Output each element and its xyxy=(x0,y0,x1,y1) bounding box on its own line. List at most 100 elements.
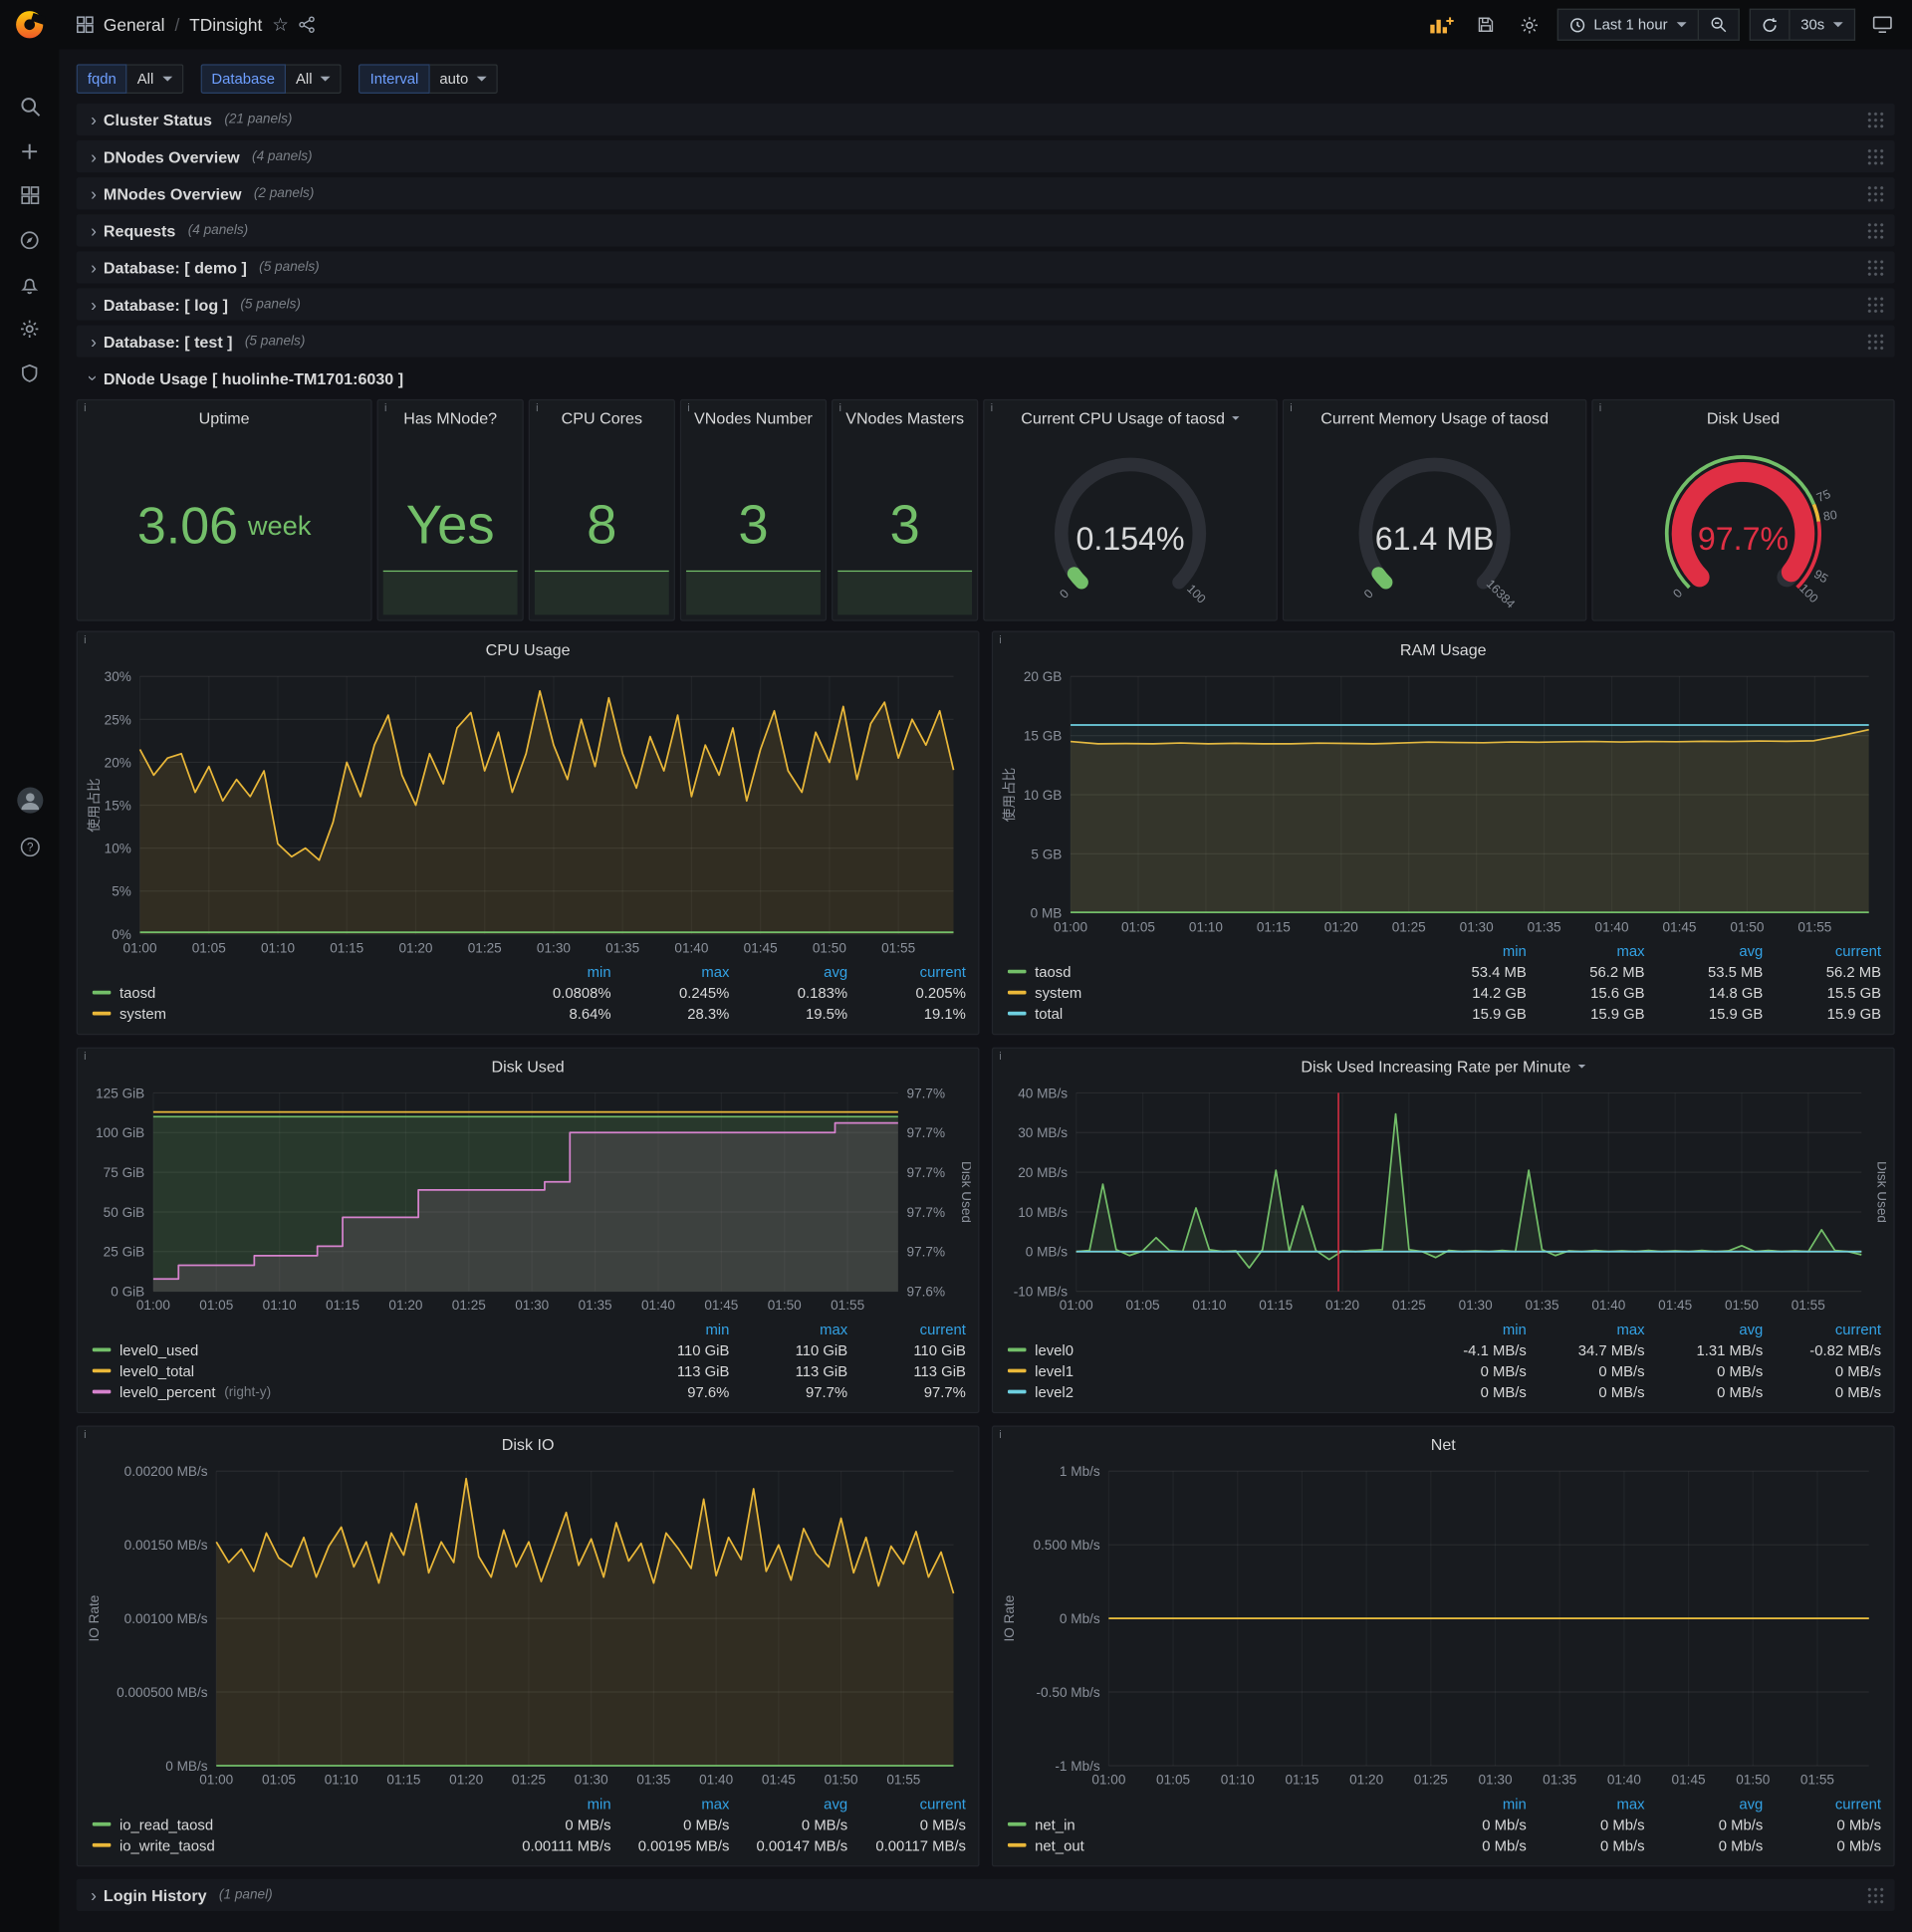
create-icon[interactable] xyxy=(0,140,59,161)
row-login-history[interactable]: › Login History (1 panel) xyxy=(76,1878,1895,1911)
disk-rate-plot[interactable]: 01:00 01:05 01:10 01:15 01:20 01:25 01:30 01:35… xyxy=(1001,1081,1886,1316)
panel-title[interactable]: Disk Used xyxy=(78,1051,978,1081)
zoom-out-button[interactable] xyxy=(1698,8,1740,41)
panel-info-icon[interactable]: i xyxy=(532,400,542,415)
panel-info-icon[interactable]: i xyxy=(996,1049,1006,1064)
row-dnode-usage[interactable]: › DNode Usage [ huolinhe-TM1701:6030 ] xyxy=(77,362,1895,394)
net-plot[interactable]: 01:00 01:05 01:10 01:15 01:20 01:25 01:30 01:35… xyxy=(1001,1459,1886,1791)
ram-usage-plot[interactable]: 01:00 01:05 01:10 01:15 01:20 01:25 01:30 01:35… xyxy=(1001,664,1886,938)
legend-series-name[interactable]: taosd xyxy=(1035,963,1071,980)
grafana-logo[interactable] xyxy=(0,0,59,49)
panel-info-icon[interactable]: i xyxy=(80,1049,90,1064)
panel-title[interactable]: VNodes Masters xyxy=(833,403,977,433)
panel-menu-caret-icon[interactable] xyxy=(1232,415,1240,420)
legend-column-header[interactable]: avg xyxy=(1645,1321,1763,1337)
legend-series-name[interactable]: level0_total xyxy=(120,1362,194,1379)
panel-title[interactable]: Disk Used xyxy=(1593,403,1894,433)
refresh-interval-picker[interactable]: 30s xyxy=(1790,8,1856,41)
panel-info-icon[interactable]: i xyxy=(80,1427,90,1442)
legend-column-header[interactable]: current xyxy=(1763,1321,1881,1337)
legend-column-header[interactable]: avg xyxy=(729,963,847,980)
row-requests[interactable]: › Requests (4 panels) xyxy=(76,214,1895,247)
legend-series-name[interactable]: net_out xyxy=(1035,1836,1084,1853)
add-panel-button[interactable] xyxy=(1424,7,1459,42)
variable-value-dropdown[interactable]: All xyxy=(286,64,343,95)
alerting-icon[interactable] xyxy=(0,274,59,295)
share-icon[interactable] xyxy=(299,16,316,34)
panel-title[interactable]: Uptime xyxy=(78,403,370,433)
row-mnodes-overview[interactable]: › MNodes Overview (2 panels) xyxy=(76,177,1895,210)
user-avatar[interactable] xyxy=(15,786,43,821)
legend-column-header[interactable]: min xyxy=(493,963,611,980)
disk-used-plot[interactable]: 01:00 01:05 01:10 01:15 01:20 01:25 01:30 01:35… xyxy=(85,1081,971,1316)
drag-handle-icon[interactable] xyxy=(1866,147,1885,165)
panel-info-icon[interactable]: i xyxy=(996,632,1006,647)
configuration-icon[interactable] xyxy=(0,318,59,339)
legend-column-header[interactable]: min xyxy=(493,1795,611,1811)
panel-info-icon[interactable]: i xyxy=(80,400,90,415)
variable-value-dropdown[interactable]: auto xyxy=(429,64,498,95)
drag-handle-icon[interactable] xyxy=(1866,295,1885,314)
legend-series-name[interactable]: level0_percent xyxy=(120,1383,216,1400)
legend-column-header[interactable]: max xyxy=(1527,942,1644,959)
legend-series-name[interactable]: level2 xyxy=(1035,1383,1074,1400)
legend-series-name[interactable]: level0_used xyxy=(120,1341,198,1358)
dashboards-icon[interactable] xyxy=(0,185,59,206)
panel-title[interactable]: Disk IO xyxy=(78,1429,978,1459)
legend-column-header[interactable]: max xyxy=(1527,1321,1644,1337)
time-range-picker[interactable]: Last 1 hour xyxy=(1556,8,1699,41)
legend-column-header[interactable]: max xyxy=(729,1321,847,1337)
server-admin-icon[interactable] xyxy=(0,362,59,383)
cycle-view-button[interactable] xyxy=(1865,7,1900,42)
legend-column-header[interactable]: avg xyxy=(1645,1795,1763,1811)
cpu-usage-plot[interactable]: 01:00 01:05 01:10 01:15 01:20 01:25 01:30 01:35… xyxy=(85,664,970,959)
panel-title[interactable]: Disk Used Increasing Rate per Minute xyxy=(993,1051,1893,1081)
panel-title[interactable]: RAM Usage xyxy=(993,634,1893,664)
panel-info-icon[interactable]: i xyxy=(987,400,997,415)
panel-menu-caret-icon[interactable] xyxy=(1577,1064,1586,1069)
dashboard-settings-button[interactable] xyxy=(1513,7,1548,42)
legend-column-header[interactable]: min xyxy=(1408,1795,1527,1811)
panel-info-icon[interactable]: i xyxy=(1595,400,1605,415)
panel-title[interactable]: CPU Cores xyxy=(530,403,674,433)
legend-column-header[interactable]: avg xyxy=(729,1795,847,1811)
drag-handle-icon[interactable] xyxy=(1866,221,1885,240)
panel-info-icon[interactable]: i xyxy=(380,400,390,415)
disk-io-plot[interactable]: 01:00 01:05 01:10 01:15 01:20 01:25 01:30 01:35… xyxy=(85,1459,970,1791)
save-dashboard-button[interactable] xyxy=(1468,7,1503,42)
panel-title[interactable]: Current CPU Usage of taosd xyxy=(984,403,1276,433)
legend-column-header[interactable]: current xyxy=(847,1795,966,1811)
panel-title[interactable]: VNodes Number xyxy=(681,403,826,433)
row-database-test[interactable]: › Database: [ test ] (5 panels) xyxy=(76,325,1895,358)
panel-info-icon[interactable]: i xyxy=(684,400,694,415)
legend-column-header[interactable]: max xyxy=(1527,1795,1644,1811)
drag-handle-icon[interactable] xyxy=(1866,333,1885,351)
row-dnodes-overview[interactable]: › DNodes Overview (4 panels) xyxy=(76,140,1895,173)
panel-title[interactable]: Current Memory Usage of taosd xyxy=(1284,403,1585,433)
panel-info-icon[interactable]: i xyxy=(80,632,90,647)
panel-info-icon[interactable]: i xyxy=(996,1427,1006,1442)
legend-series-name[interactable]: level1 xyxy=(1035,1362,1074,1379)
panel-info-icon[interactable]: i xyxy=(1287,400,1297,415)
star-icon[interactable]: ☆ xyxy=(272,14,289,36)
explore-icon[interactable] xyxy=(0,229,59,250)
legend-series-name[interactable]: io_read_taosd xyxy=(120,1815,213,1832)
legend-column-header[interactable]: min xyxy=(611,1321,729,1337)
legend-column-header[interactable]: min xyxy=(1408,1321,1527,1337)
legend-series-name[interactable]: taosd xyxy=(120,984,155,1001)
row-cluster-status[interactable]: › Cluster Status (21 panels) xyxy=(76,103,1895,136)
breadcrumb-section[interactable]: General xyxy=(104,15,165,35)
variable-value-dropdown[interactable]: All xyxy=(126,64,183,95)
legend-series-name[interactable]: system xyxy=(1035,984,1081,1001)
legend-column-header[interactable]: avg xyxy=(1645,942,1763,959)
drag-handle-icon[interactable] xyxy=(1866,258,1885,277)
legend-series-name[interactable]: net_in xyxy=(1035,1815,1075,1832)
legend-series-name[interactable]: total xyxy=(1035,1005,1063,1022)
legend-column-header[interactable]: max xyxy=(611,1795,729,1811)
legend-series-name[interactable]: io_write_taosd xyxy=(120,1836,215,1853)
row-database-log[interactable]: › Database: [ log ] (5 panels) xyxy=(76,288,1895,321)
legend-column-header[interactable]: current xyxy=(847,963,966,980)
legend-column-header[interactable]: min xyxy=(1408,942,1527,959)
drag-handle-icon[interactable] xyxy=(1866,1886,1885,1904)
panel-title[interactable]: CPU Usage xyxy=(78,634,978,664)
